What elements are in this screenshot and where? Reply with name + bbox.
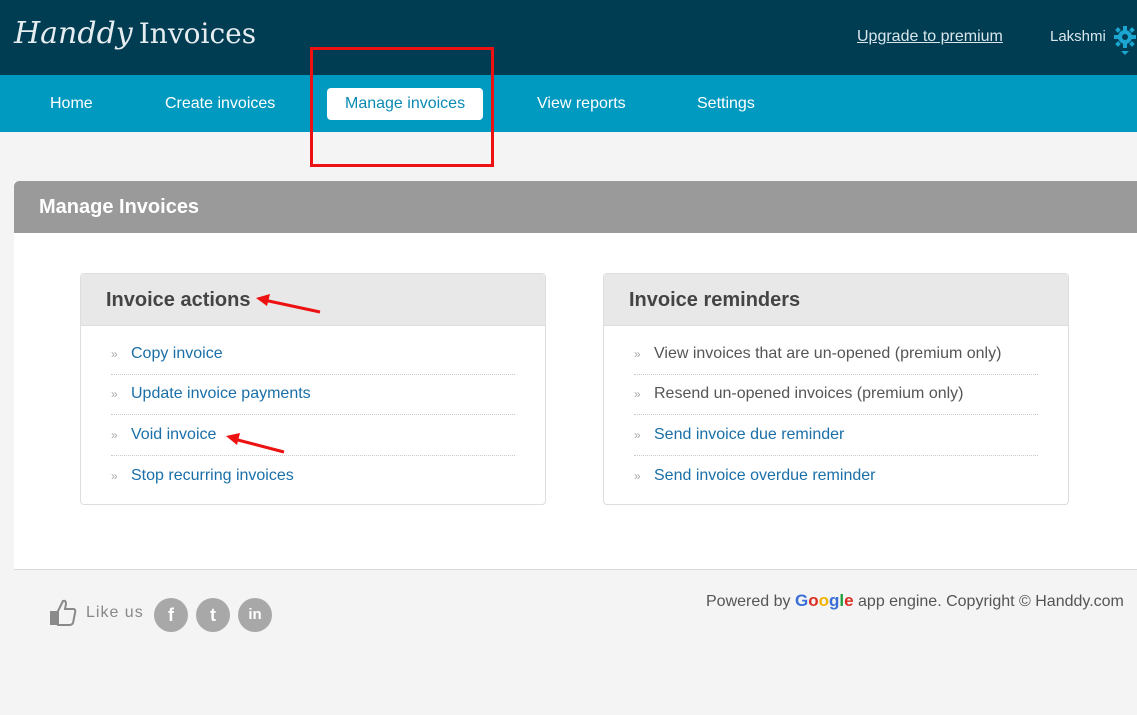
nav-create-invoices[interactable]: Create invoices — [147, 88, 293, 120]
powered-prefix: Powered by — [706, 593, 791, 610]
like-us[interactable]: Like us — [48, 598, 144, 628]
view-unopened-invoices-item: View invoices that are un-opened (premiu… — [654, 344, 1002, 362]
list-item: » Update invoice payments — [111, 374, 515, 415]
upgrade-to-premium-link[interactable]: Upgrade to premium — [857, 28, 1003, 46]
resend-unopened-invoices-item: Resend un-opened invoices (premium only) — [654, 385, 964, 403]
update-invoice-payments-link[interactable]: Update invoice payments — [131, 374, 311, 414]
gear-icon[interactable] — [1113, 24, 1137, 58]
list-item: » Resend un-opened invoices (premium only… — [634, 375, 1038, 415]
main-nav: Home Create invoices Manage invoices Vie… — [0, 75, 1137, 132]
logo-script: Handdy — [14, 16, 133, 51]
manage-invoices-panel: Manage Invoices Invoice actions » Copy in… — [14, 181, 1137, 570]
list-item: » Void invoice — [111, 415, 515, 456]
send-invoice-overdue-reminder-link[interactable]: Send invoice overdue reminder — [654, 456, 875, 496]
nav-view-reports[interactable]: View reports — [519, 88, 644, 120]
thumbs-up-icon — [50, 599, 77, 626]
chevron-right-icon: » — [634, 468, 641, 483]
panel-title: Manage Invoices — [14, 181, 1137, 233]
nav-home[interactable]: Home — [32, 88, 111, 120]
app-logo[interactable]: Handdy Invoices — [14, 16, 256, 51]
logo-word: Invoices — [138, 17, 257, 50]
send-invoice-due-reminder-link[interactable]: Send invoice due reminder — [654, 415, 844, 455]
chevron-right-icon: » — [634, 387, 641, 402]
chevron-right-icon: » — [634, 427, 641, 442]
nav-settings[interactable]: Settings — [679, 88, 773, 120]
chevron-right-icon: » — [111, 468, 118, 483]
list-item: » Stop recurring invoices — [111, 456, 515, 497]
void-invoice-link[interactable]: Void invoice — [131, 415, 216, 455]
top-bar: Handdy Invoices Upgrade to premium Lakshm… — [0, 0, 1137, 75]
stop-recurring-invoices-link[interactable]: Stop recurring invoices — [131, 456, 294, 496]
username: Lakshmi — [1050, 28, 1106, 45]
chevron-right-icon: » — [634, 346, 641, 361]
chevron-right-icon: » — [111, 346, 118, 361]
powered-suffix: app engine. Copyright © Handdy.com — [858, 593, 1124, 610]
chevron-right-icon: » — [111, 427, 118, 442]
google-logo: Google — [794, 591, 854, 610]
powered-by-text: Powered by Google app engine. Copyright … — [706, 591, 1124, 611]
linkedin-icon[interactable]: in — [238, 598, 272, 632]
annotation-arrow-icon — [226, 433, 285, 454]
annotation-arrow-icon — [256, 294, 321, 314]
facebook-icon[interactable]: f — [154, 598, 188, 632]
list-item: » Send invoice overdue reminder — [634, 456, 1038, 497]
list-item: » Send invoice due reminder — [634, 415, 1038, 456]
chevron-right-icon: » — [111, 387, 118, 402]
twitter-icon[interactable]: t — [196, 598, 230, 632]
annotation-highlight-box — [310, 47, 494, 167]
invoice-reminders-card: Invoice reminders » View invoices that ar… — [603, 273, 1069, 505]
invoice-reminders-title: Invoice reminders — [604, 274, 1068, 326]
list-item: » View invoices that are un-opened (premi… — [634, 334, 1038, 375]
list-item: » Copy invoice — [111, 334, 515, 375]
copy-invoice-link[interactable]: Copy invoice — [131, 334, 223, 374]
like-us-label: Like us — [86, 604, 144, 621]
